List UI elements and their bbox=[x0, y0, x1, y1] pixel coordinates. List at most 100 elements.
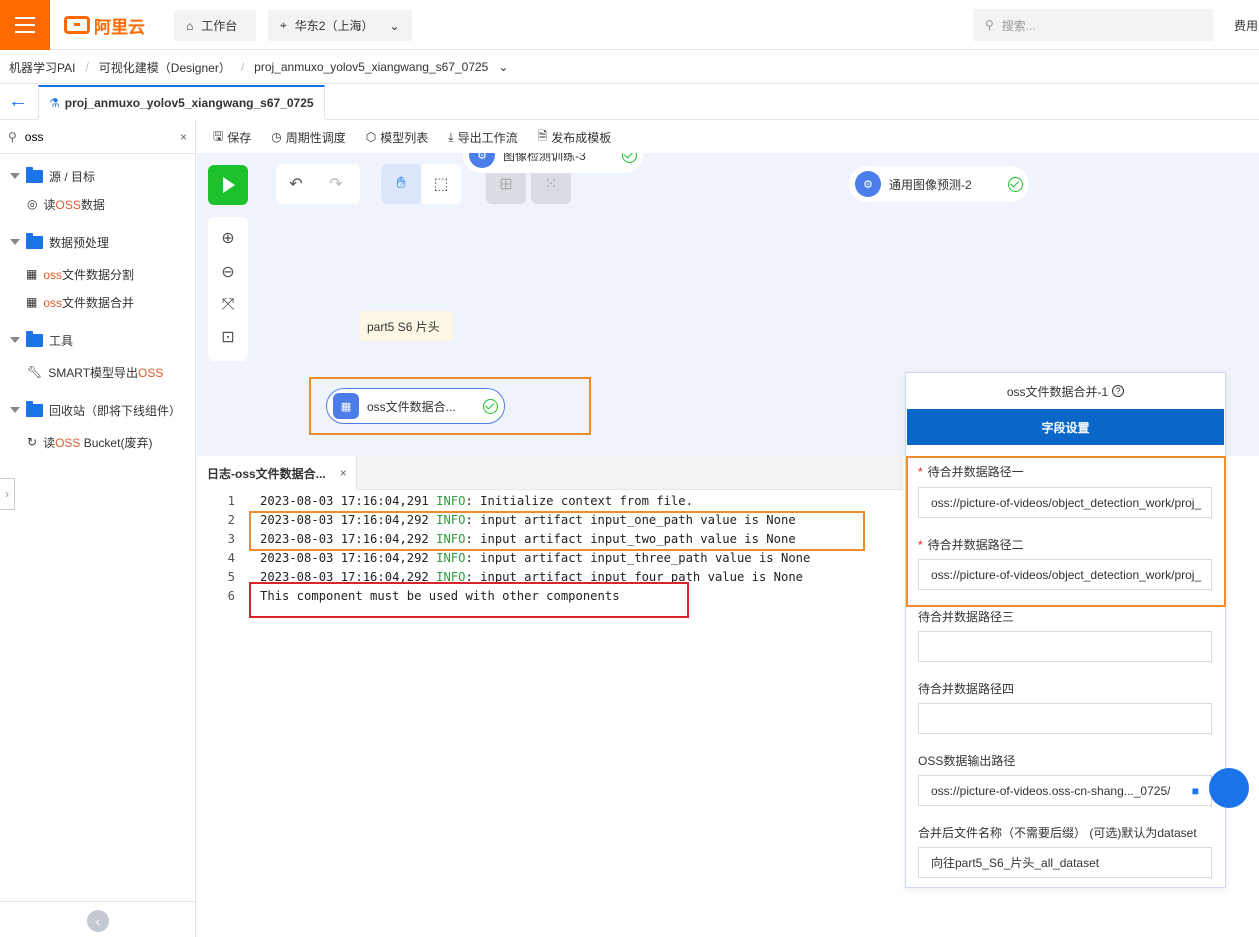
field-label: OSS数据输出路径 bbox=[918, 754, 1016, 768]
help-icon[interactable]: ? bbox=[1112, 385, 1125, 397]
box-select-icon[interactable]: ⬚ bbox=[421, 164, 461, 204]
caret-down-icon bbox=[10, 337, 20, 343]
log-line: 4 2023-08-03 17:16:04,292 INFO: input art… bbox=[227, 551, 811, 565]
merge-path-4-input[interactable] bbox=[918, 703, 1212, 734]
error-highlight-box bbox=[249, 582, 689, 618]
component-oss-merge[interactable]: ▦ oss文件数据合并 bbox=[0, 288, 195, 316]
chevron-down-icon[interactable]: ⌄ bbox=[498, 60, 508, 74]
folder-tools[interactable]: 工具 bbox=[0, 326, 195, 354]
caret-down-icon bbox=[10, 239, 20, 245]
log-panel: 日志-oss文件数据合... × 1 2023-08-03 17:16:04,29… bbox=[197, 456, 903, 937]
merge-path-2-input[interactable]: oss://picture-of-videos/object_detection… bbox=[918, 559, 1212, 590]
folder-recycle[interactable]: 回收站（即将下线组件） bbox=[0, 396, 195, 424]
collapse-sidebar-icon[interactable]: ‹ bbox=[87, 910, 109, 932]
export-workflow-button[interactable]: ⤓ 导出工作流 bbox=[448, 129, 517, 146]
field-label: 待合并数据路径四 bbox=[918, 682, 1015, 696]
merge-path-3-input[interactable] bbox=[918, 631, 1212, 662]
zoom-controls: ⊕ ⊖ ⤧ ⊡ bbox=[208, 217, 248, 361]
undo-redo-group: ↶ ↷ bbox=[276, 164, 360, 204]
folder-preprocessing[interactable]: 数据预处理 bbox=[0, 228, 195, 256]
component-oss-split[interactable]: ▦ oss文件数据分割 bbox=[0, 260, 195, 288]
clock-icon: ◷ bbox=[271, 130, 282, 144]
property-panel-title: oss文件数据合并-1 ? bbox=[906, 373, 1225, 409]
publish-template-button[interactable]: 🗎︎ 发布成模板 bbox=[538, 127, 612, 148]
search-icon: ⚲ bbox=[8, 129, 17, 144]
component-smart-export[interactable]: 🔧︎ SMART模型导出OSS bbox=[0, 358, 195, 386]
menu-icon[interactable] bbox=[0, 0, 50, 50]
brand-name: 阿里云 bbox=[94, 17, 145, 37]
component-grid-icon: ▦ bbox=[26, 295, 38, 309]
close-icon[interactable]: × bbox=[340, 466, 347, 480]
success-check-icon bbox=[1008, 176, 1023, 192]
field-label: * 待合并数据路径一 bbox=[918, 465, 1024, 479]
breadcrumb-designer[interactable]: 可视化建模（Designer） bbox=[99, 59, 231, 76]
save-icon: 🖫︎ bbox=[213, 128, 224, 143]
fee-link[interactable]: 费用 bbox=[1234, 17, 1258, 34]
model-list-button[interactable]: ⬡ 模型列表 bbox=[366, 129, 429, 146]
folder-source-target[interactable]: 源 / 目标 bbox=[0, 162, 195, 190]
merge-path-1-input[interactable]: oss://picture-of-videos/object_detection… bbox=[918, 487, 1212, 518]
home-icon: ⌂ bbox=[186, 18, 194, 33]
global-search-input[interactable]: ⚲ 搜索... bbox=[973, 9, 1213, 41]
log-line: 1 2023-08-03 17:16:04,291 INFO: Initializ… bbox=[227, 494, 693, 508]
breadcrumb-pai[interactable]: 机器学习PAI bbox=[9, 59, 75, 76]
back-arrow-icon[interactable]: ← bbox=[8, 91, 30, 112]
node-image-predict[interactable]: ⚙ 通用图像预测-2 bbox=[849, 166, 1029, 202]
component-grid-icon: ▦ bbox=[333, 393, 359, 419]
brain-icon: ⚙ bbox=[855, 171, 881, 197]
component-search: ⚲ × bbox=[0, 120, 195, 154]
caret-down-icon bbox=[10, 173, 20, 179]
folder-icon bbox=[26, 232, 43, 249]
hand-pan-icon[interactable]: ✋︎ bbox=[381, 164, 421, 204]
node-detection-train[interactable]: ⚙ 图像检测训练-3 bbox=[463, 153, 643, 173]
field-label: * 待合并数据路径二 bbox=[918, 538, 1024, 552]
success-check-icon bbox=[483, 398, 498, 414]
location-pin-icon: ⌖ bbox=[280, 18, 287, 32]
log-tab[interactable]: 日志-oss文件数据合... × bbox=[197, 456, 357, 490]
region-selector[interactable]: ⌖ 华东2（上海） ⌄ bbox=[268, 10, 412, 41]
component-grid-icon: ▦ bbox=[26, 267, 38, 281]
clear-icon[interactable]: × bbox=[180, 130, 187, 144]
cube-icon: ⬡ bbox=[365, 130, 377, 144]
floating-panel-toggle-icon[interactable] bbox=[1209, 768, 1249, 808]
minimap-icon[interactable]: ⊡ bbox=[208, 321, 248, 353]
success-check-icon bbox=[622, 153, 637, 163]
expand-handle-icon[interactable]: › bbox=[0, 478, 15, 510]
output-filename-input[interactable]: 向往part5_S6_片头_all_dataset bbox=[918, 847, 1212, 878]
folder-icon bbox=[26, 330, 43, 347]
folder-icon bbox=[26, 166, 43, 183]
component-search-input[interactable] bbox=[24, 129, 165, 144]
schedule-button[interactable]: ◷ 周期性调度 bbox=[271, 129, 346, 146]
top-bar: 阿里云 ⌂ 工作台 ⌖ 华东2（上海） ⌄ ⚲ 搜索... 费用 bbox=[0, 0, 1259, 50]
component-read-oss[interactable]: ◎ 读OSS数据 bbox=[0, 190, 195, 218]
template-icon: 🗎︎ bbox=[537, 128, 548, 143]
undo-icon[interactable]: ↶ bbox=[276, 164, 316, 204]
save-button[interactable]: 🖫︎ 保存 bbox=[213, 127, 251, 148]
node-oss-merge[interactable]: ▦ oss文件数据合... bbox=[326, 388, 505, 424]
highlight-box bbox=[249, 511, 865, 551]
property-panel: oss文件数据合并-1 ? 字段设置 * 待合并数据路径一 oss://pictu… bbox=[905, 372, 1226, 888]
breadcrumb-project[interactable]: proj_anmuxo_yolov5_xiangwang_s67_0725 bbox=[254, 60, 488, 74]
fit-view-icon[interactable]: ⤧ bbox=[208, 289, 248, 321]
brain-icon: ⚙ bbox=[469, 153, 495, 168]
oss-output-path-input[interactable]: oss://picture-of-videos.oss-cn-shang..._… bbox=[918, 775, 1212, 806]
component-read-oss-bucket[interactable]: ↻ 读OSS Bucket(废弃) bbox=[0, 428, 195, 456]
zoom-in-icon[interactable]: ⊕ bbox=[208, 221, 248, 255]
folder-icon bbox=[26, 400, 43, 417]
canvas-note[interactable]: part5 S6 片头 bbox=[359, 311, 453, 341]
log-tab-bar: 日志-oss文件数据合... × bbox=[197, 456, 903, 490]
search-icon: ⚲ bbox=[985, 18, 994, 32]
workbench-button[interactable]: ⌂ 工作台 bbox=[174, 10, 256, 41]
refresh-icon: ↻ bbox=[27, 435, 38, 449]
target-icon: ◎ bbox=[27, 197, 38, 211]
project-tab[interactable]: ⚗ proj_anmuxo_yolov5_xiangwang_s67_0725 bbox=[38, 85, 325, 120]
chevron-down-icon: ⌄ bbox=[389, 18, 400, 33]
field-label: 合并后文件名称（不需要后缀） (可选)默认为dataset bbox=[918, 826, 1197, 840]
zoom-out-icon[interactable]: ⊖ bbox=[208, 255, 248, 289]
tab-field-settings[interactable]: 字段设置 bbox=[907, 409, 1224, 445]
run-button[interactable] bbox=[208, 165, 248, 205]
redo-icon[interactable]: ↷ bbox=[316, 164, 356, 204]
flask-icon: ⚗ bbox=[49, 95, 60, 110]
folder-icon[interactable]: ■ bbox=[1192, 784, 1199, 798]
brand-logo[interactable]: 阿里云 bbox=[64, 13, 145, 37]
